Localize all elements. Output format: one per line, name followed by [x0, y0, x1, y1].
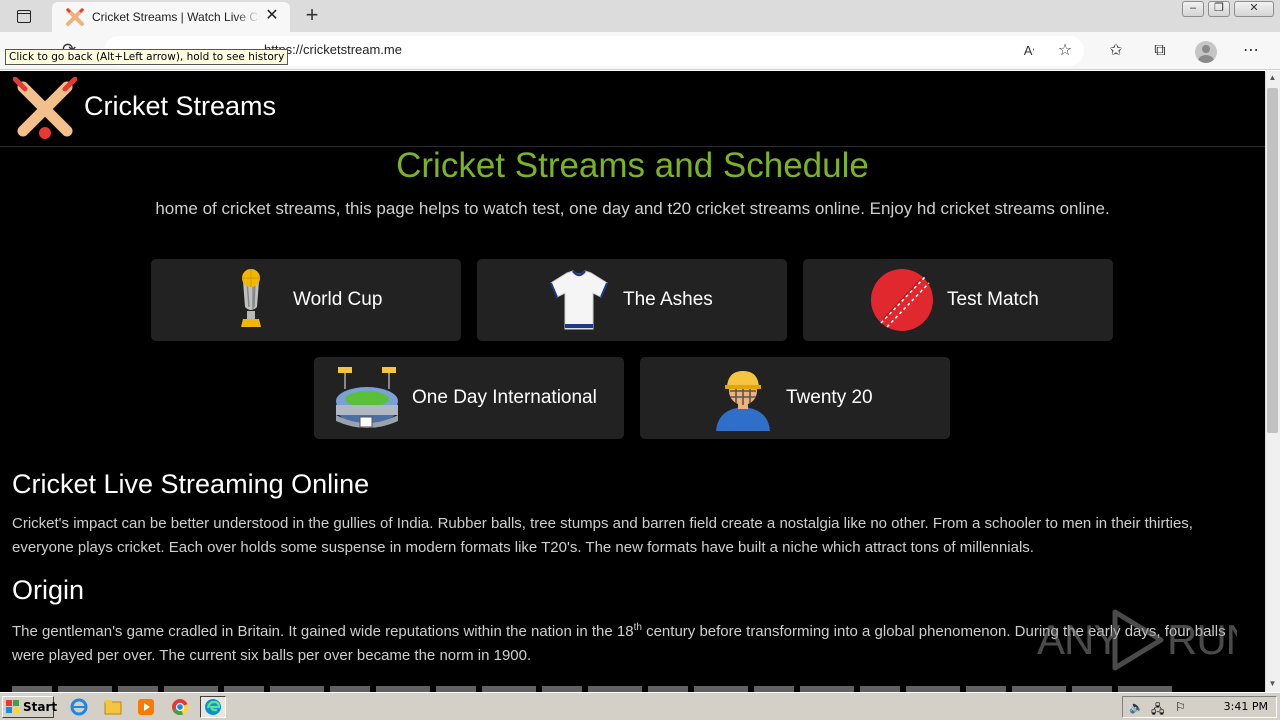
card-label: World Cup — [293, 289, 383, 310]
origin-text-part-1: The gentleman's game cradled in Britain.… — [12, 623, 634, 640]
cricket-ball-icon — [869, 267, 935, 333]
hero-subtitle: home of cricket streams, this page helps… — [155, 199, 1110, 218]
more-menu-icon[interactable]: ⋯ — [1240, 40, 1262, 62]
profile-avatar[interactable] — [1195, 41, 1217, 63]
superscript-th: th — [633, 622, 642, 633]
section-heading-live-streaming: Cricket Live Streaming Online — [12, 469, 370, 499]
network-icon[interactable]: 🖧 — [1151, 700, 1164, 720]
watermark-text-run: RUN — [1167, 616, 1237, 663]
stadium-icon — [334, 365, 400, 431]
back-button-tooltip: Click to go back (Alt+Left arrow), hold … — [5, 49, 289, 65]
minimize-button[interactable]: – — [1182, 1, 1204, 17]
explorer-taskbar-icon[interactable] — [100, 696, 126, 718]
tab-actions-icon — [17, 9, 31, 23]
taskbar-clock[interactable]: 3:41 PM — [1224, 700, 1268, 713]
close-window-button[interactable]: ✕ — [1234, 1, 1274, 17]
tab-close-icon[interactable]: ✕ — [264, 8, 280, 24]
category-card-twenty-20[interactable]: Twenty 20 — [640, 357, 950, 439]
card-label: The Ashes — [623, 289, 713, 310]
favorites-icon[interactable]: ✩ — [1105, 40, 1127, 62]
cricket-bats-logo-icon[interactable] — [12, 76, 78, 141]
start-button[interactable]: Start — [2, 696, 58, 718]
jersey-icon — [547, 267, 611, 333]
add-favorite-icon[interactable]: ☆ — [1054, 40, 1076, 62]
page-viewport: Cricket Streams Cricket Streams and Sche… — [0, 71, 1265, 692]
site-header: Cricket Streams — [0, 71, 1265, 147]
new-tab-button[interactable]: + — [300, 4, 324, 28]
batsman-icon — [712, 365, 774, 431]
category-card-the-ashes[interactable]: The Ashes — [477, 259, 787, 341]
media-player-taskbar-icon[interactable] — [133, 696, 159, 718]
start-label: Start — [23, 700, 58, 714]
category-card-world-cup[interactable]: World Cup — [151, 259, 461, 341]
card-label: Test Match — [947, 289, 1039, 310]
category-card-test-match[interactable]: Test Match — [803, 259, 1113, 341]
watermark-play-icon — [1112, 609, 1164, 671]
card-label: Twenty 20 — [786, 387, 873, 408]
section-heading-origin: Origin — [12, 575, 85, 605]
scroll-up-arrow-icon[interactable]: ▲ — [1268, 73, 1277, 82]
edge-taskbar-icon[interactable] — [200, 696, 226, 718]
action-center-flag-icon[interactable]: ⚐ — [1175, 700, 1186, 714]
scrollbar-thumb[interactable] — [1267, 88, 1278, 433]
cut-off-paragraph — [12, 685, 1172, 692]
section-paragraph-live-streaming: Cricket's impact can be better understoo… — [12, 515, 1193, 556]
site-name[interactable]: Cricket Streams — [84, 91, 276, 122]
trophy-icon — [221, 267, 281, 333]
watermark-text-any: ANY — [1037, 616, 1121, 663]
ie-taskbar-icon[interactable] — [66, 696, 92, 718]
restore-button[interactable]: ❐ — [1208, 1, 1230, 17]
tab-title: Cricket Streams | Watch Live Cricket Str… — [92, 10, 260, 24]
windows-logo-icon — [6, 700, 19, 713]
collections-icon[interactable]: ⧉ — [1149, 40, 1171, 62]
system-tray: 🔈 🖧 ⚐ 3:41 PM — [1122, 696, 1277, 718]
category-card-one-day-international[interactable]: One Day International — [314, 357, 624, 439]
chrome-taskbar-icon[interactable] — [167, 696, 193, 718]
window-controls: – ❐ ✕ — [1178, 1, 1274, 17]
windows-taskbar: Start 🔈 🖧 ⚐ 3:41 PM — [0, 692, 1280, 720]
hero-title: Cricket Streams and Schedule — [396, 146, 869, 185]
active-tab[interactable]: Cricket Streams | Watch Live Cricket Str… — [52, 2, 290, 32]
card-label: One Day International — [412, 387, 597, 408]
tab-actions-button[interactable] — [8, 5, 40, 27]
tab-bar: Cricket Streams | Watch Live Cricket Str… — [0, 0, 1280, 32]
read-aloud-icon[interactable]: Aʹ — [1018, 40, 1040, 62]
scroll-down-arrow-icon[interactable]: ▼ — [1268, 679, 1277, 688]
cricket-bats-favicon-icon — [64, 6, 86, 28]
volume-icon[interactable]: 🔈 — [1129, 700, 1144, 714]
anyrun-watermark: ANY RUN — [1037, 608, 1256, 672]
